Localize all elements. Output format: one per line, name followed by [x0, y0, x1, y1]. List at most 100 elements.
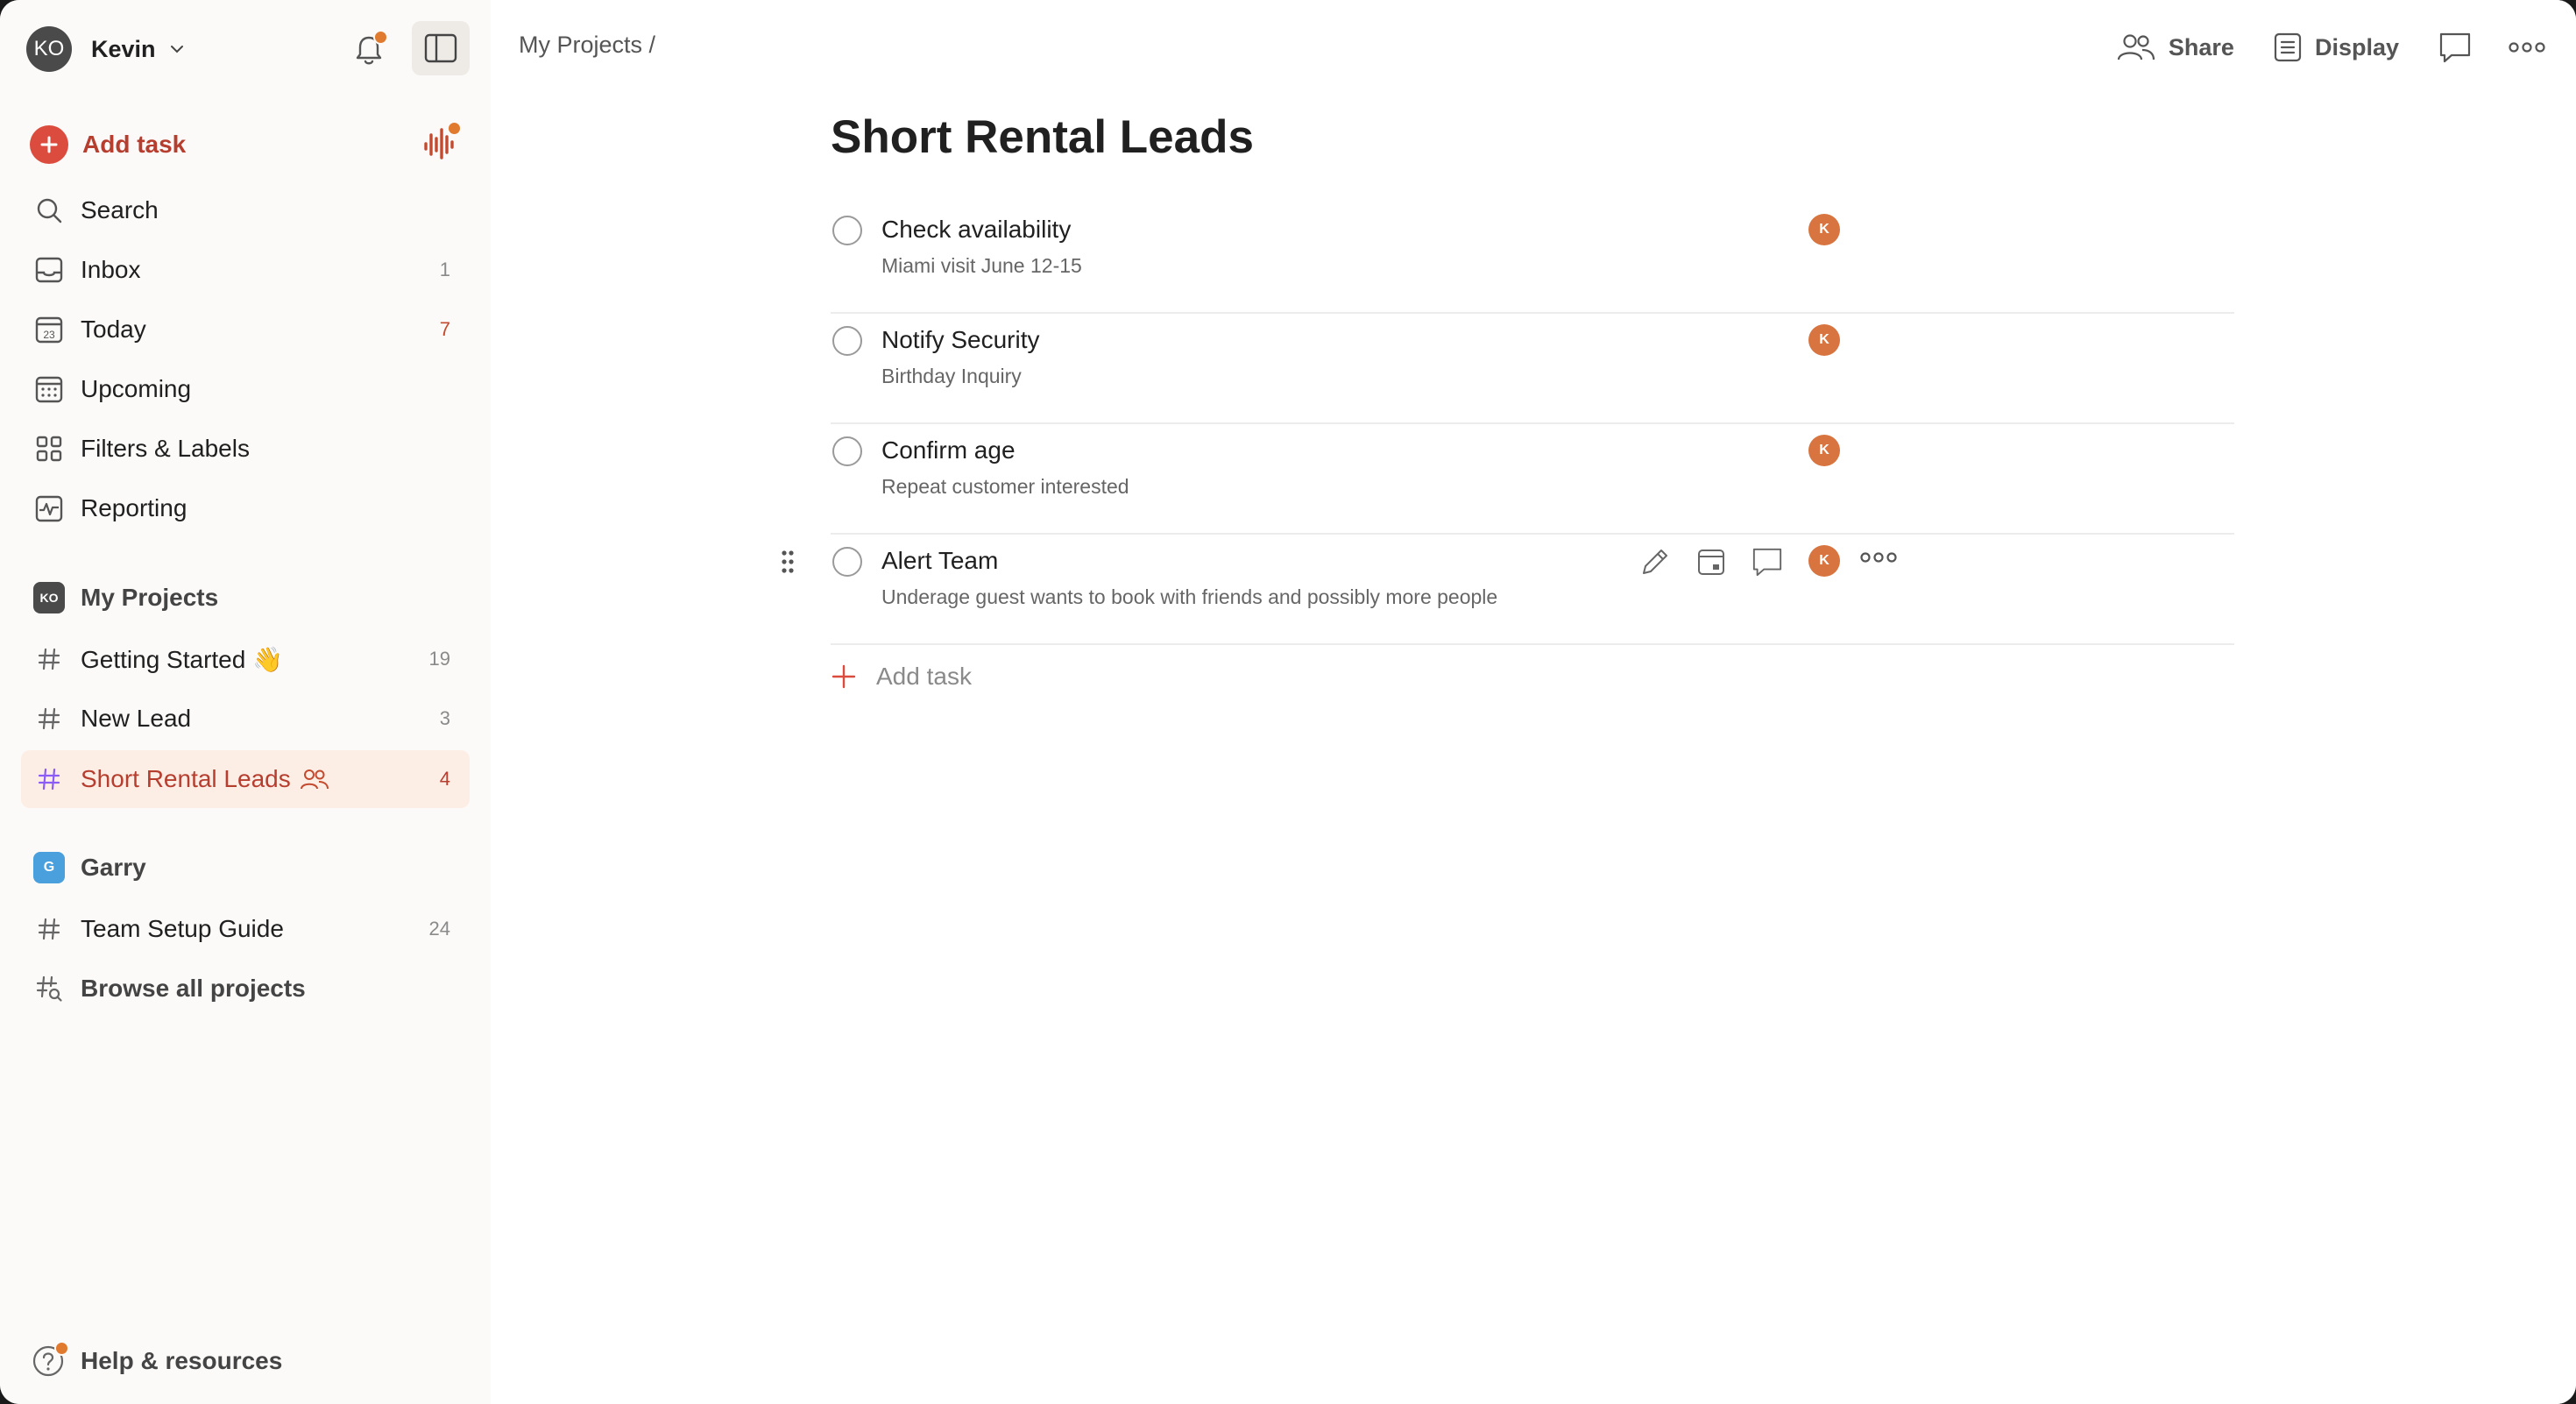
task-title[interactable]: Check availability [881, 216, 1071, 244]
nav-label: Upcoming [81, 375, 192, 402]
reporting-icon [32, 491, 67, 526]
main-content: My Projects / Share Display Short Rental… [491, 0, 2576, 1404]
add-task-inline-button[interactable]: Add task [831, 657, 972, 696]
assignee-avatar[interactable]: K [1808, 435, 1840, 466]
help-label: Help & resources [81, 1347, 283, 1374]
comments-button[interactable] [2438, 31, 2473, 64]
help-icon [32, 1341, 69, 1378]
user-name: Kevin [91, 35, 156, 62]
team-header[interactable]: G Garry [21, 841, 470, 894]
task-item[interactable]: Notify Security Birthday Inquiry K [831, 314, 2234, 424]
search-icon [32, 193, 67, 228]
share-label: Share [2168, 33, 2234, 60]
ramble-button[interactable] [421, 121, 462, 163]
edit-task-button[interactable] [1633, 540, 1677, 584]
task-description: Underage guest wants to book with friend… [881, 585, 1498, 608]
task-title[interactable]: Notify Security [881, 326, 1040, 354]
task-checkbox[interactable] [832, 547, 862, 577]
my-projects-badge: KO [33, 582, 65, 613]
task-checkbox[interactable] [832, 216, 862, 245]
nav-filters-labels[interactable]: Filters & Labels [21, 422, 470, 475]
display-button[interactable]: Display [2273, 32, 2399, 63]
task-description: Birthday Inquiry [881, 365, 1022, 387]
project-short-rental-leads[interactable]: Short Rental Leads 4 [21, 750, 470, 808]
toggle-sidebar-button[interactable] [412, 21, 470, 75]
nav-label: Today [81, 316, 146, 343]
section-label: Garry [81, 854, 146, 881]
task-title[interactable]: Alert Team [881, 547, 998, 575]
nav-label: Reporting [81, 494, 188, 521]
task-more-button[interactable] [1859, 550, 1898, 569]
more-options-button[interactable] [2508, 40, 2546, 54]
drag-handle-icon[interactable] [780, 549, 796, 579]
display-label: Display [2314, 33, 2399, 60]
project-getting-started[interactable]: Getting Started 👋 19 [21, 633, 470, 685]
assignee-avatar[interactable]: K [1808, 214, 1840, 245]
browse-all-projects[interactable]: Browse all projects [21, 962, 470, 1015]
project-count: 19 [428, 648, 450, 670]
plus-circle-icon [30, 125, 68, 164]
set-date-button[interactable] [1689, 540, 1733, 584]
notifications-button[interactable] [350, 30, 388, 68]
plus-icon [832, 664, 856, 689]
add-task-label: Add task [876, 663, 972, 690]
project-team-setup-guide[interactable]: Team Setup Guide 24 [21, 903, 470, 955]
notification-dot [447, 121, 462, 136]
nav-search[interactable]: Search [21, 184, 470, 237]
comment-icon [2439, 32, 2471, 63]
today-date-glyph: 23 [43, 329, 55, 341]
sidebar-toggle-icon [424, 33, 457, 63]
comment-task-button[interactable] [1745, 540, 1789, 584]
task-description: Repeat customer interested [881, 475, 1129, 498]
section-label: My Projects [81, 584, 219, 611]
calendar-grid-icon [32, 372, 67, 407]
add-task-label: Add task [82, 131, 187, 158]
user-avatar: KO [26, 26, 72, 72]
task-checkbox[interactable] [832, 436, 862, 466]
hash-search-icon [32, 971, 67, 1006]
project-count: 24 [428, 918, 450, 940]
nav-count: 1 [439, 259, 450, 280]
assignee-avatar[interactable]: K [1808, 324, 1840, 356]
nav-today[interactable]: 23 Today 7 [21, 303, 470, 356]
project-label: Short Rental Leads [81, 765, 291, 792]
nav-inbox[interactable]: Inbox 1 [21, 244, 470, 296]
calendar-today-icon: 23 [32, 312, 67, 347]
my-projects-header[interactable]: KO My Projects [21, 571, 470, 624]
display-icon [2274, 32, 2302, 62]
calendar-icon [1698, 550, 1724, 575]
pencil-icon [1643, 550, 1667, 574]
task-checkbox[interactable] [832, 326, 862, 356]
notification-dot [54, 1341, 69, 1356]
inbox-icon [32, 252, 67, 287]
nav-label: Search [81, 196, 159, 223]
breadcrumb[interactable]: My Projects / [519, 32, 655, 59]
project-new-lead[interactable]: New Lead 3 [21, 692, 470, 745]
more-horizontal-icon [1860, 552, 1897, 563]
nav-count: 7 [439, 318, 450, 340]
help-resources-button[interactable]: Help & resources [32, 1341, 282, 1381]
share-button[interactable]: Share [2116, 32, 2234, 62]
task-item[interactable]: Check availability Miami visit June 12-1… [831, 203, 2234, 314]
user-menu[interactable]: KO Kevin [26, 26, 186, 72]
shared-people-icon [300, 768, 329, 791]
project-count: 3 [439, 707, 450, 729]
task-title[interactable]: Confirm age [881, 436, 1016, 464]
comment-icon [1752, 548, 1782, 577]
assignee-avatar[interactable]: K [1808, 545, 1840, 577]
nav-reporting[interactable]: Reporting [21, 482, 470, 535]
browse-label: Browse all projects [81, 975, 306, 1002]
task-item[interactable]: Confirm age Repeat customer interested K [831, 424, 2234, 535]
add-task-button[interactable]: Add task [30, 124, 186, 165]
task-list: Check availability Miami visit June 12-1… [782, 203, 2234, 690]
hash-icon [32, 762, 67, 797]
nav-upcoming[interactable]: Upcoming [21, 363, 470, 415]
task-item-hovered[interactable]: Alert Team Underage guest wants to book … [782, 535, 2234, 645]
team-badge: G [33, 852, 65, 883]
hash-icon [32, 701, 67, 736]
chevron-down-icon [170, 46, 183, 53]
task-description: Miami visit June 12-15 [881, 254, 1082, 277]
header-actions: Share Display [2116, 25, 2576, 70]
people-icon [2117, 34, 2155, 60]
page-title: Short Rental Leads [831, 111, 1254, 163]
